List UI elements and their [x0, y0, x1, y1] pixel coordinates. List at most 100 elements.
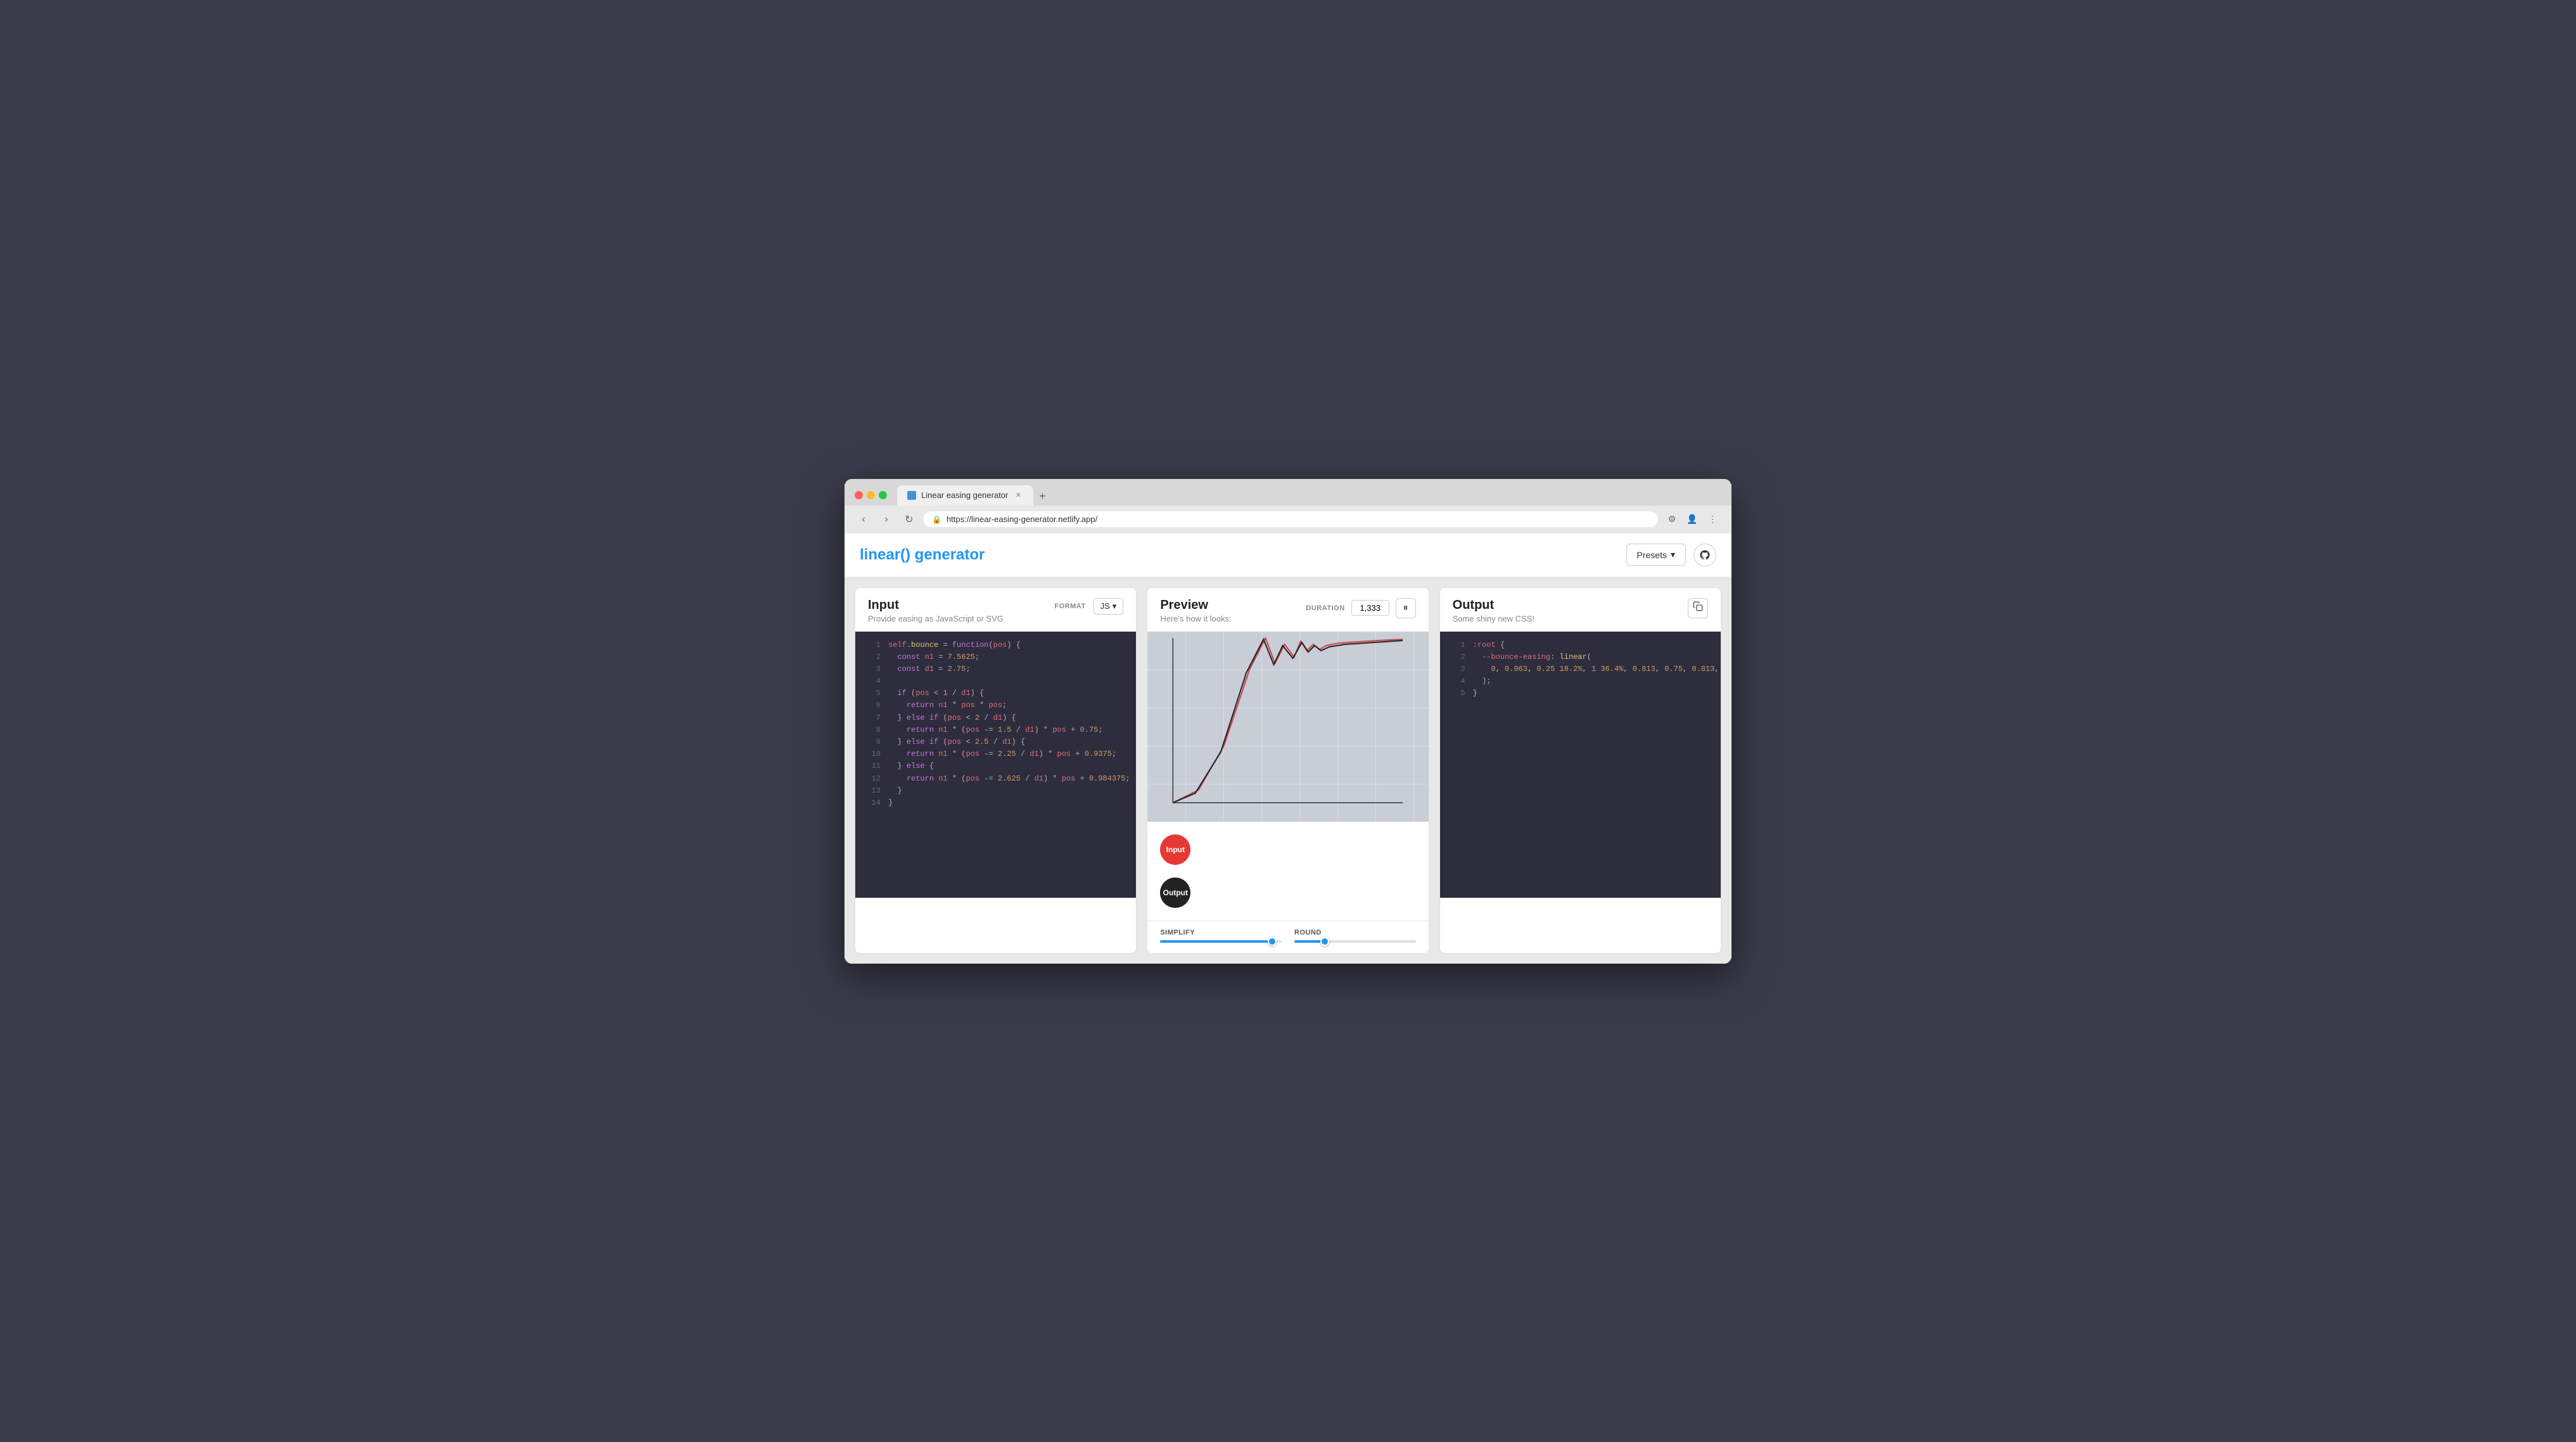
code-line-7: 7 } else if (pos < 2 / d1) {: [855, 712, 1136, 724]
output-ball-row: Output: [1160, 877, 1415, 908]
code-line-1: 1 self.bounce = function(pos) {: [855, 639, 1136, 651]
code-line-11: 11 } else {: [855, 760, 1136, 772]
chevron-down-icon: ▾: [1671, 549, 1675, 560]
code-line-10: 10 return n1 * (pos -= 2.25 / d1) * pos …: [855, 748, 1136, 760]
play-pause-button[interactable]: ⏸: [1396, 598, 1416, 618]
minimize-button[interactable]: [867, 491, 875, 499]
browser-tabs: Linear easing generator ✕ +: [897, 485, 1721, 506]
app-logo: linear() generator: [860, 546, 985, 564]
code-line-5: 5 if (pos < 1 / d1) {: [855, 687, 1136, 699]
lock-icon: 🔒: [932, 515, 941, 524]
presets-button[interactable]: Presets ▾: [1626, 544, 1687, 566]
copy-button[interactable]: [1688, 598, 1708, 618]
output-ball-label: Output: [1163, 888, 1188, 897]
preview-panel-subtitle: Here's how it looks:: [1160, 614, 1231, 623]
chart-svg: [1147, 632, 1428, 822]
output-line-1: 1 :root {: [1440, 639, 1721, 651]
menu-button[interactable]: ⋮: [1704, 511, 1721, 528]
input-ball-row: Input: [1160, 834, 1415, 865]
input-ball: Input: [1160, 834, 1190, 865]
output-line-5: 5 }: [1440, 687, 1721, 699]
output-panel-title-group: Output Some shiny new CSS!: [1453, 598, 1534, 623]
code-line-2: 2 const n1 = 7.5625;: [855, 651, 1136, 663]
code-line-6: 6 return n1 * pos * pos;: [855, 699, 1136, 711]
preview-panel-title-group: Preview Here's how it looks:: [1160, 598, 1231, 623]
input-panel-title: Input: [868, 598, 1004, 613]
duration-label: DURATION: [1306, 604, 1344, 612]
output-header-right: [1688, 598, 1708, 618]
format-chevron-icon: ▾: [1113, 601, 1117, 611]
round-slider-track[interactable]: [1294, 940, 1416, 943]
github-icon: [1699, 549, 1711, 561]
github-button[interactable]: [1693, 544, 1716, 566]
output-ball: Output: [1160, 877, 1190, 908]
duration-control: DURATION ⏸: [1306, 598, 1415, 618]
input-panel-title-group: Input Provide easing as JavaScript or SV…: [868, 598, 1004, 623]
output-code: 1 :root { 2 --bounce-easing: linear( 3 0…: [1440, 632, 1721, 898]
profile-button[interactable]: 👤: [1683, 511, 1701, 528]
input-ball-label: Input: [1166, 845, 1185, 854]
preview-panel: Preview Here's how it looks: DURATION ⏸: [1147, 587, 1429, 954]
animation-demo: Input Output: [1147, 822, 1428, 921]
browser-titlebar: Linear easing generator ✕ +: [845, 479, 1731, 506]
browser-toolbar: ‹ › ↻ 🔒 https://linear-easing-generator.…: [845, 506, 1731, 533]
simplify-slider-track[interactable]: [1160, 940, 1282, 943]
app-content: linear() generator Presets ▾ Inp: [845, 533, 1731, 964]
input-panel-subtitle: Provide easing as JavaScript or SVG: [868, 614, 1004, 623]
preview-panel-title: Preview: [1160, 598, 1231, 613]
browser-window: Linear easing generator ✕ + ‹ › ↻ 🔒 http…: [845, 479, 1731, 964]
browser-actions: ⚙ 👤 ⋮: [1663, 511, 1721, 528]
back-button[interactable]: ‹: [855, 511, 872, 528]
output-panel-title: Output: [1453, 598, 1534, 613]
round-slider-group: ROUND: [1294, 929, 1416, 943]
output-panel: Output Some shiny new CSS!: [1439, 587, 1721, 954]
input-panel-header-right: FORMAT JS ▾: [1054, 598, 1123, 615]
output-line-3: 3 0, 0.063, 0.25 18.2%, 1 36.4%, 0.813, …: [1440, 663, 1721, 675]
browser-tab[interactable]: Linear easing generator ✕: [897, 485, 1033, 506]
url-text: https://linear-easing-generator.netlify.…: [947, 514, 1097, 524]
simplify-slider-fill: [1160, 940, 1272, 943]
tab-favicon-icon: [907, 491, 916, 500]
code-line-12: 12 return n1 * (pos -= 2.625 / d1) * pos…: [855, 773, 1136, 785]
output-line-4: 4 );: [1440, 675, 1721, 687]
copy-icon: [1693, 601, 1703, 615]
main-panels: Input Provide easing as JavaScript or SV…: [845, 577, 1731, 964]
code-line-3: 3 const d1 = 2.75;: [855, 663, 1136, 675]
duration-input[interactable]: [1351, 600, 1389, 616]
round-slider-thumb[interactable]: [1320, 937, 1329, 946]
format-value: JS: [1100, 601, 1110, 611]
extensions-button[interactable]: ⚙: [1663, 511, 1681, 528]
simplify-slider-group: SIMPLIFY: [1160, 929, 1282, 943]
input-panel: Input Provide easing as JavaScript or SV…: [855, 587, 1137, 954]
output-panel-subtitle: Some shiny new CSS!: [1453, 614, 1534, 623]
new-tab-button[interactable]: +: [1033, 488, 1051, 506]
reload-button[interactable]: ↻: [900, 511, 918, 528]
pause-icon: ⏸: [1403, 603, 1408, 614]
tab-label: Linear easing generator: [921, 490, 1008, 500]
output-line-2: 2 --bounce-easing: linear(: [1440, 651, 1721, 663]
presets-label: Presets: [1637, 550, 1667, 560]
simplify-slider-thumb[interactable]: [1268, 937, 1277, 946]
code-editor[interactable]: 1 self.bounce = function(pos) { 2 const …: [855, 632, 1136, 898]
address-bar[interactable]: 🔒 https://linear-easing-generator.netlif…: [923, 511, 1658, 527]
simplify-label: SIMPLIFY: [1160, 929, 1282, 936]
code-line-14: 14 }: [855, 797, 1136, 809]
close-button[interactable]: [855, 491, 863, 499]
sliders-section: SIMPLIFY ROUND: [1147, 921, 1428, 953]
format-select[interactable]: JS ▾: [1094, 598, 1124, 615]
code-line-9: 9 } else if (pos < 2.5 / d1) {: [855, 736, 1136, 748]
input-panel-header: Input Provide easing as JavaScript or SV…: [855, 588, 1136, 632]
header-actions: Presets ▾: [1626, 544, 1717, 566]
forward-button[interactable]: ›: [877, 511, 895, 528]
app-header: linear() generator Presets ▾: [845, 533, 1731, 577]
maximize-button[interactable]: [879, 491, 887, 499]
code-line-8: 8 return n1 * (pos -= 1.5 / d1) * pos + …: [855, 724, 1136, 736]
tab-close-button[interactable]: ✕: [1013, 490, 1023, 501]
round-label: ROUND: [1294, 929, 1416, 936]
code-line-13: 13 }: [855, 785, 1136, 797]
format-label: FORMAT: [1054, 603, 1085, 610]
browser-chrome: Linear easing generator ✕ + ‹ › ↻ 🔒 http…: [845, 479, 1731, 533]
output-panel-header: Output Some shiny new CSS!: [1440, 588, 1721, 632]
traffic-lights: [855, 491, 887, 499]
easing-chart: [1147, 632, 1428, 822]
